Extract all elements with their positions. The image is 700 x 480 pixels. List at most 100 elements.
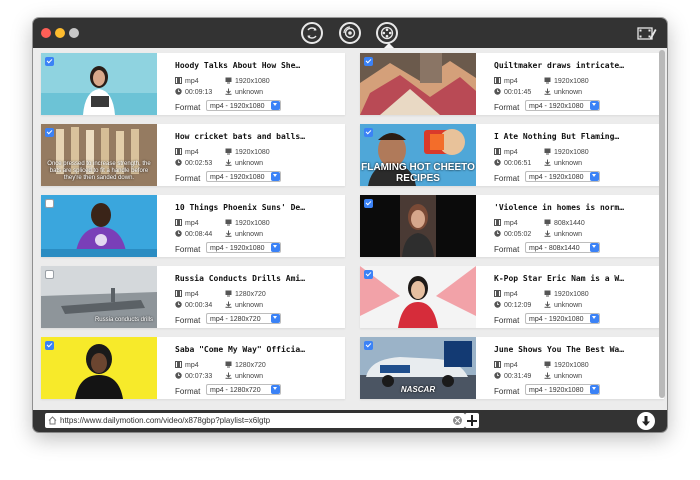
select-checkbox[interactable] [364,128,373,137]
resolution-info: 1920x1080 [544,77,589,85]
video-title: Hoody Talks About How She… [175,61,301,70]
duration-info: 00:12:09 [494,301,531,309]
select-checkbox[interactable] [45,57,54,66]
size-info: unknown [544,230,582,238]
convert-mode-button[interactable] [301,22,323,44]
video-card[interactable]: Russia conducts drills Russia Conducts D… [41,266,345,328]
format-select[interactable]: mp4 - 1920x1080 [525,384,600,395]
resolution-info: 808x1440 [544,219,585,227]
bottom-bar: https://www.dailymotion.com/video/x878gb… [33,410,667,432]
thumbnail-caption: Russia conducts drills [94,317,153,323]
monitor-icon [544,148,551,155]
select-checkbox[interactable] [364,57,373,66]
select-checkbox[interactable] [45,270,54,279]
duration-info: 00:00:34 [175,301,212,309]
clock-icon [175,159,182,166]
format-label: Format [494,245,520,254]
resolution-info: 1920x1080 [544,361,589,369]
container-info: mp4 [175,290,199,298]
format-select[interactable]: mp4 - 1920x1080 [206,242,281,253]
download-size-icon [544,230,551,237]
resolution-info: 1920x1080 [225,219,270,227]
clear-icon[interactable] [453,416,462,425]
add-url-button[interactable] [465,413,479,428]
app-window: Hoody Talks About How She… mp4 1920x1080… [33,18,667,432]
home-icon [48,416,57,425]
video-card[interactable]: NASCAR June Shows You The Best Wa… mp4 1… [360,337,664,399]
container-info: mp4 [175,361,199,369]
url-input[interactable]: https://www.dailymotion.com/video/x878gb… [45,413,465,428]
video-title: Quiltmaker draws intricate… [494,61,625,70]
video-thumbnail: NASCAR [360,337,476,399]
video-card[interactable]: Once pressed to increase strength, the b… [41,124,345,186]
video-title: 10 Things Phoenix Suns' De… [175,203,306,212]
video-card[interactable]: 'Violence in homes is norm… mp4 808x1440… [360,195,664,257]
thumbnail-caption: NASCAR [400,385,436,394]
duration-info: 00:08:44 [175,230,212,238]
monitor-icon [544,219,551,226]
video-card[interactable]: Saba "Come My Way" Officia… mp4 1280x720… [41,337,345,399]
download-arrow-icon [642,416,650,426]
download-button[interactable] [637,412,655,430]
format-select[interactable]: mp4 - 808x1440 [525,242,600,253]
video-card[interactable]: 10 Things Phoenix Suns' De… mp4 1920x108… [41,195,345,257]
maximize-window-button[interactable] [69,28,79,38]
size-info: unknown [225,372,263,380]
duration-info: 00:09:13 [175,88,212,96]
duration-info: 00:02:53 [175,159,212,167]
minimize-window-button[interactable] [55,28,65,38]
monitor-icon [225,361,232,368]
container-info: mp4 [175,148,199,156]
clock-icon [175,230,182,237]
file-format-icon [175,361,182,368]
clock-icon [494,301,501,308]
video-title: How cricket bats and balls… [175,132,306,141]
download-size-icon [225,230,232,237]
monitor-icon [544,290,551,297]
select-checkbox[interactable] [45,341,54,350]
file-format-icon [175,219,182,226]
record-mode-button[interactable] [339,22,361,44]
film-edit-button[interactable] [637,25,657,41]
video-title: I Ate Nothing But Flaming… [494,132,620,141]
clock-icon [175,301,182,308]
close-window-button[interactable] [41,28,51,38]
select-checkbox[interactable] [364,341,373,350]
convert-mode-icon [307,27,317,39]
resolution-info: 1920x1080 [225,148,270,156]
video-card[interactable]: K-Pop Star Eric Nam is a W… mp4 1920x108… [360,266,664,328]
select-checkbox[interactable] [45,128,54,137]
monitor-icon [225,77,232,84]
format-select[interactable]: mp4 - 1920x1080 [525,313,600,324]
format-label: Format [175,387,201,396]
select-checkbox[interactable] [364,199,373,208]
video-thumbnail [41,53,157,115]
format-select[interactable]: mp4 - 1280x720 [206,313,281,324]
select-checkbox[interactable] [45,199,54,208]
scrollbar-thumb[interactable] [659,50,665,398]
duration-info: 00:01:45 [494,88,531,96]
select-checkbox[interactable] [364,270,373,279]
format-select[interactable]: mp4 - 1920x1080 [525,100,600,111]
format-select[interactable]: mp4 - 1920x1080 [525,171,600,182]
container-info: mp4 [494,361,518,369]
format-label: Format [494,103,520,112]
chevron-down-icon [590,385,599,394]
clock-icon [494,372,501,379]
clock-icon [494,88,501,95]
video-card[interactable]: Hoody Talks About How She… mp4 1920x1080… [41,53,345,115]
file-format-icon [175,148,182,155]
format-label: Format [175,245,201,254]
download-mode-icon [380,26,394,40]
video-thumbnail [360,53,476,115]
resolution-info: 1920x1080 [544,148,589,156]
video-title: June Shows You The Best Wa… [494,345,625,354]
list-scrollbar[interactable] [659,50,665,406]
format-select[interactable]: mp4 - 1920x1080 [206,100,281,111]
video-card[interactable]: FLAMING HOT CHEETO RECIPES I Ate Nothing… [360,124,664,186]
clock-icon [175,372,182,379]
format-select[interactable]: mp4 - 1920x1080 [206,171,281,182]
download-mode-button[interactable] [376,22,398,44]
format-select[interactable]: mp4 - 1280x720 [206,384,281,395]
video-card[interactable]: Quiltmaker draws intricate… mp4 1920x108… [360,53,664,115]
